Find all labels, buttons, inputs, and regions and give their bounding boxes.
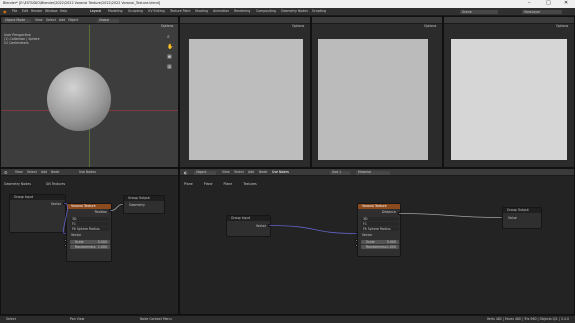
image-editor-2-header (312, 17, 442, 24)
blender-logo-icon[interactable]: ◉ (3, 10, 7, 14)
image-editor-2[interactable]: Options (311, 16, 443, 168)
image-editor-3[interactable]: Options (443, 16, 575, 168)
tab-modeling[interactable]: Modeling (108, 9, 123, 13)
close-icon[interactable]: ✕ (564, 1, 568, 6)
tab-animation[interactable]: Animation (213, 9, 229, 13)
left-node-editor[interactable]: ⚙ View Select Add Node Use Nodes Geometr… (0, 168, 179, 315)
status-stats: Verts 482 | Faces 480 | Tris 960 | Objec… (486, 317, 569, 321)
image-editor-1[interactable]: Options (179, 16, 311, 168)
image-editor-1-header (180, 17, 310, 24)
left-node-links (63, 203, 123, 234)
vector-link (269, 225, 357, 234)
vector-link (63, 203, 68, 234)
tab-layout[interactable]: Layout (90, 9, 101, 13)
scene-selector[interactable]: Scene (460, 10, 498, 14)
mode-selector[interactable]: Object Mode (3, 18, 31, 23)
status-pan-view: Pan View (70, 317, 85, 321)
top-menu-bar: ◉ File Edit Render Window Help Layout Mo… (0, 8, 575, 16)
image-editor-3-options[interactable]: Options (556, 24, 568, 28)
sphere-object[interactable] (47, 67, 111, 131)
viewport-menu-view[interactable]: View (35, 18, 43, 22)
tab-geometry-nodes[interactable]: Geometry Nodes (281, 9, 308, 13)
image-editor-1-canvas (189, 39, 303, 160)
tab-uv-editing[interactable]: UV Editing (148, 9, 165, 13)
output-link (399, 213, 502, 218)
maximize-icon[interactable]: □ (546, 1, 551, 6)
pan-icon[interactable]: ✋ (167, 45, 173, 50)
image-editor-3-canvas (451, 39, 567, 160)
view-layer-selector[interactable]: ViewLayer (522, 10, 562, 14)
viewport-info: User Perspective (1) Collection | Sphere… (4, 33, 40, 46)
tab-compositing[interactable]: Compositing (256, 9, 276, 13)
grid-icon[interactable]: ▦ (167, 65, 172, 70)
orientation-label: Global (99, 18, 110, 22)
menu-edit[interactable]: Edit (22, 9, 28, 13)
viewport-menu-add[interactable]: Add (59, 18, 65, 22)
status-context-menu: Node Context Menu (140, 317, 172, 321)
viewport-header: Object Mode View Select Add Object Globa… (1, 17, 178, 24)
window-title: Blender* [E:\ESTUDIO\Blender\2022\2022 V… (3, 1, 161, 5)
status-select: Select (6, 317, 16, 321)
right-node-links (269, 213, 502, 234)
navigation-gizmo[interactable]: ⌕ ✋ ▣ ▦ (165, 35, 175, 105)
menu-render[interactable]: Render (31, 9, 42, 13)
zoom-icon[interactable]: ⌕ (167, 35, 170, 40)
viewport-menu-object[interactable]: Object (68, 18, 78, 22)
menu-file[interactable]: File (12, 9, 17, 13)
transform-orientation[interactable]: Global (97, 18, 119, 23)
tab-sculpting[interactable]: Sculpting (128, 9, 143, 13)
tab-rendering[interactable]: Rendering (234, 9, 250, 13)
3d-viewport[interactable]: Object Mode View Select Add Object Globa… (0, 16, 179, 168)
right-node-editor[interactable]: ◐ Object View Select Add Node Use Nodes … (179, 168, 575, 315)
tab-scripting[interactable]: Scripting (312, 9, 326, 13)
image-editor-3-header (444, 17, 574, 24)
scene-name: Scene (462, 9, 472, 14)
mode-label: Object Mode (5, 18, 26, 22)
tab-texture-paint[interactable]: Texture Paint (170, 9, 191, 13)
image-editor-2-options[interactable]: Options (424, 24, 436, 28)
menu-window[interactable]: Window (45, 9, 58, 13)
tab-shading[interactable]: Shading (195, 9, 208, 13)
scale-text: 51 Centimeters (4, 41, 29, 46)
camera-icon[interactable]: ▣ (167, 55, 172, 60)
image-editor-1-options[interactable]: Options (292, 24, 304, 28)
view-layer-name: ViewLayer (524, 9, 541, 14)
title-bar: Blender* [E:\ESTUDIO\Blender\2022\2022 V… (0, 0, 575, 8)
viewport-menu-select[interactable]: Select (46, 18, 56, 22)
minimize-icon[interactable]: – (528, 1, 531, 6)
viewport-options[interactable]: Options (161, 24, 173, 28)
output-link (110, 204, 123, 211)
menu-help[interactable]: Help (60, 9, 67, 13)
status-bar: Select Pan View Node Context Menu Verts … (0, 315, 575, 323)
image-editor-2-canvas (318, 39, 428, 160)
